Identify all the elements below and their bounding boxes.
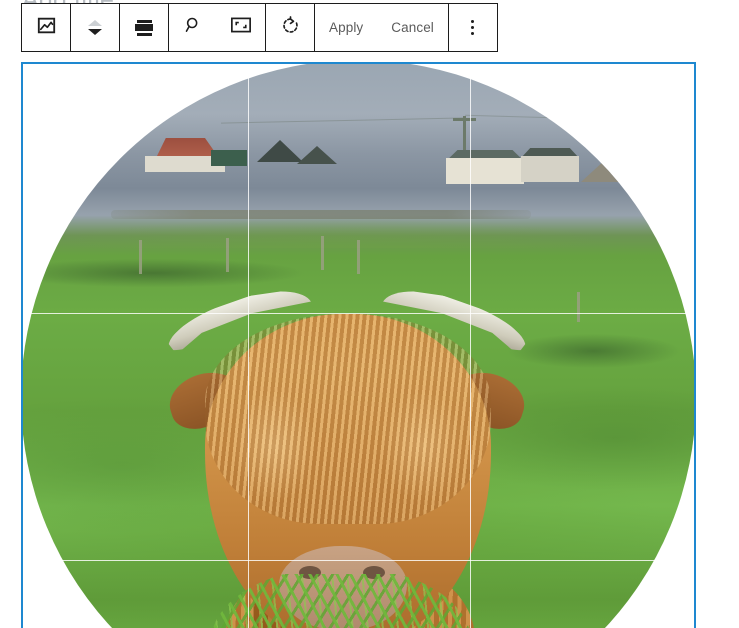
rotate-icon [280, 15, 301, 41]
more-options-button[interactable] [449, 4, 497, 51]
align-center-icon [135, 19, 153, 36]
rotate-button[interactable] [266, 4, 314, 51]
cancel-button[interactable]: Cancel [377, 4, 448, 51]
circular-crop-mask [23, 64, 694, 628]
green-shed [211, 150, 247, 166]
image-photo [23, 64, 694, 628]
stone-barn [581, 160, 627, 182]
chevron-up-icon[interactable] [88, 20, 102, 26]
white-house [446, 158, 524, 184]
zoom-button[interactable] [169, 4, 217, 51]
image-block-type-button[interactable] [22, 4, 70, 51]
toolbar-group-block-type [22, 4, 71, 51]
image-icon [36, 15, 57, 41]
aspect-ratio-button[interactable] [217, 4, 265, 51]
dark-roof-building [297, 146, 337, 164]
image-block[interactable] [21, 62, 696, 628]
highland-cow [133, 256, 563, 628]
aspect-ratio-icon [230, 15, 252, 40]
toolbar-group-options [449, 4, 497, 51]
cow-fringe [205, 314, 491, 524]
grey-house [521, 156, 579, 182]
stone-wall [111, 210, 531, 219]
crop-viewport[interactable] [23, 64, 694, 628]
toolbar-group-align [120, 4, 169, 51]
magnifier-icon [183, 15, 203, 40]
power-wire [221, 117, 466, 124]
toolbar-group-rotate [266, 4, 315, 51]
toolbar-group-mover [71, 4, 120, 51]
fence-post [577, 292, 580, 322]
cancel-label: Cancel [391, 20, 434, 35]
croft-red-roof [156, 138, 219, 158]
align-button[interactable] [120, 4, 168, 51]
toolbar-group-actions: Apply Cancel [315, 4, 449, 51]
dark-roof-building [257, 140, 303, 162]
toolbar-group-crop-tools [169, 4, 266, 51]
editor-canvas: Add title [0, 0, 739, 628]
apply-label: Apply [329, 20, 364, 35]
chevron-down-icon[interactable] [88, 29, 102, 35]
apply-button[interactable]: Apply [315, 4, 377, 51]
power-wire [465, 114, 694, 123]
block-toolbar: Apply Cancel [21, 3, 498, 52]
block-mover[interactable] [71, 4, 119, 51]
kebab-menu-icon [471, 20, 475, 35]
